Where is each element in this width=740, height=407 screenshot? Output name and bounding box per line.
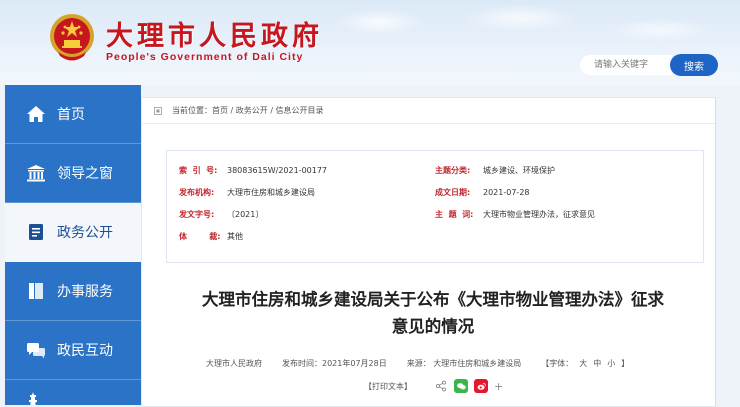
info-row-index: 索 引 号: 38083615W/2021-00177 [179,165,327,176]
sidebar-item-label: 政务公开 [57,225,113,241]
home-icon [25,103,47,125]
location-icon [154,106,162,115]
breadcrumb-prefix: 当前位置： [172,106,212,115]
info-value: 〔2021〕 [227,210,264,219]
site-header: 大理市人民政府 People's Government of Dali City… [0,0,740,85]
national-emblem-icon [50,14,94,61]
more-share-button[interactable]: + [494,380,503,393]
font-size-label-close: 】 [621,359,630,368]
document-icon [25,221,47,243]
breadcrumb-divider [142,123,715,124]
info-value: 城乡建设、环境保护 [483,166,555,175]
pagoda-decoration-icon [29,392,37,405]
share-toolbar: 【打印文本】 + [364,379,503,393]
sidebar-item-leaders[interactable]: 领导之窗 [5,144,141,203]
info-row-issuer: 发布机构: 大理市住房和城乡建设局 [179,187,315,198]
wechat-share-icon[interactable] [454,379,468,393]
sidebar-item-label: 领导之窗 [57,166,113,182]
sidebar-item-label: 首页 [57,107,85,123]
content-panel: 当前位置： 首页 / 政务公开 / 信息公开目录 索 引 号: 38083615… [141,97,716,407]
info-value: 其他 [227,232,243,241]
font-size-small-button[interactable]: 小 [607,358,615,369]
search-button[interactable]: 搜索 [670,54,718,76]
sidebar-item-home[interactable]: 首页 [5,85,141,144]
info-value: 2021-07-28 [483,188,530,197]
breadcrumb-path[interactable]: 首页 / 政务公开 / 信息公开目录 [212,105,324,116]
sidebar-item-government-affairs[interactable]: 政务公开 [5,203,141,262]
info-row-docno: 发文字号: 〔2021〕 [179,209,263,220]
article-source: 来源： 大理市住房和城乡建设局 [406,359,522,368]
info-value: 大理市住房和城乡建设局 [227,188,315,197]
font-size-label: 【字体： [541,359,574,368]
info-label: 发文字号: [179,210,215,219]
sidebar-item-services[interactable]: 办事服务 [5,262,141,321]
sidebar-nav: 首页 领导之窗 政务公开 办事服务 政民互动 [5,85,141,405]
info-value: 大理市物业管理办法，征求意见 [483,210,595,219]
sidebar-item-label: 办事服务 [57,284,113,300]
site-title: 大理市人民政府 [106,21,323,52]
document-info-box: 索 引 号: 38083615W/2021-00177 主题分类: 城乡建设、环… [166,150,704,263]
info-row-date: 成文日期: 2021-07-28 [435,187,530,198]
font-size-medium-button[interactable]: 中 [593,358,601,369]
info-label: 主 题 词: [435,210,474,219]
info-value: 38083615W/2021-00177 [227,166,328,175]
government-building-icon [25,162,47,184]
font-size-large-button[interactable]: 大 [579,358,587,369]
info-label: 索 引 号: [179,166,218,175]
info-label: 体 裁: [179,232,221,241]
info-row-carrier: 体 裁: 其他 [179,231,243,242]
article-author: 大理市人民政府 [206,359,262,368]
article-title: 大理市住房和城乡建设局关于公布《大理市物业管理办法》征求意见的情况 [202,290,664,336]
chat-bubbles-icon [25,339,47,361]
info-label: 成文日期: [435,188,471,197]
book-icon [25,280,47,302]
info-row-topic: 主题分类: 城乡建设、环境保护 [435,165,555,176]
article-publish-time: 发布时间：2021年07月28日 [282,359,387,368]
search-input[interactable] [580,55,672,75]
site-subtitle: People's Government of Dali City [106,51,304,63]
font-size-control: 【字体： 大 中 小 】 [541,358,629,369]
info-label: 主题分类: [435,166,471,175]
breadcrumb: 当前位置： 首页 / 政务公开 / 信息公开目录 [154,105,324,116]
info-label: 发布机构: [179,188,215,197]
share-icon[interactable] [434,379,448,393]
weibo-share-icon[interactable] [474,379,488,393]
sidebar-item-label: 政民互动 [57,343,113,359]
print-button[interactable]: 【打印文本】 [364,381,412,392]
sidebar-item-interaction[interactable]: 政民互动 [5,321,141,380]
article-meta: 大理市人民政府 发布时间：2021年07月28日 来源： 大理市住房和城乡建设局… [206,358,629,369]
info-row-subject: 主 题 词: 大理市物业管理办法，征求意见 [435,209,595,220]
